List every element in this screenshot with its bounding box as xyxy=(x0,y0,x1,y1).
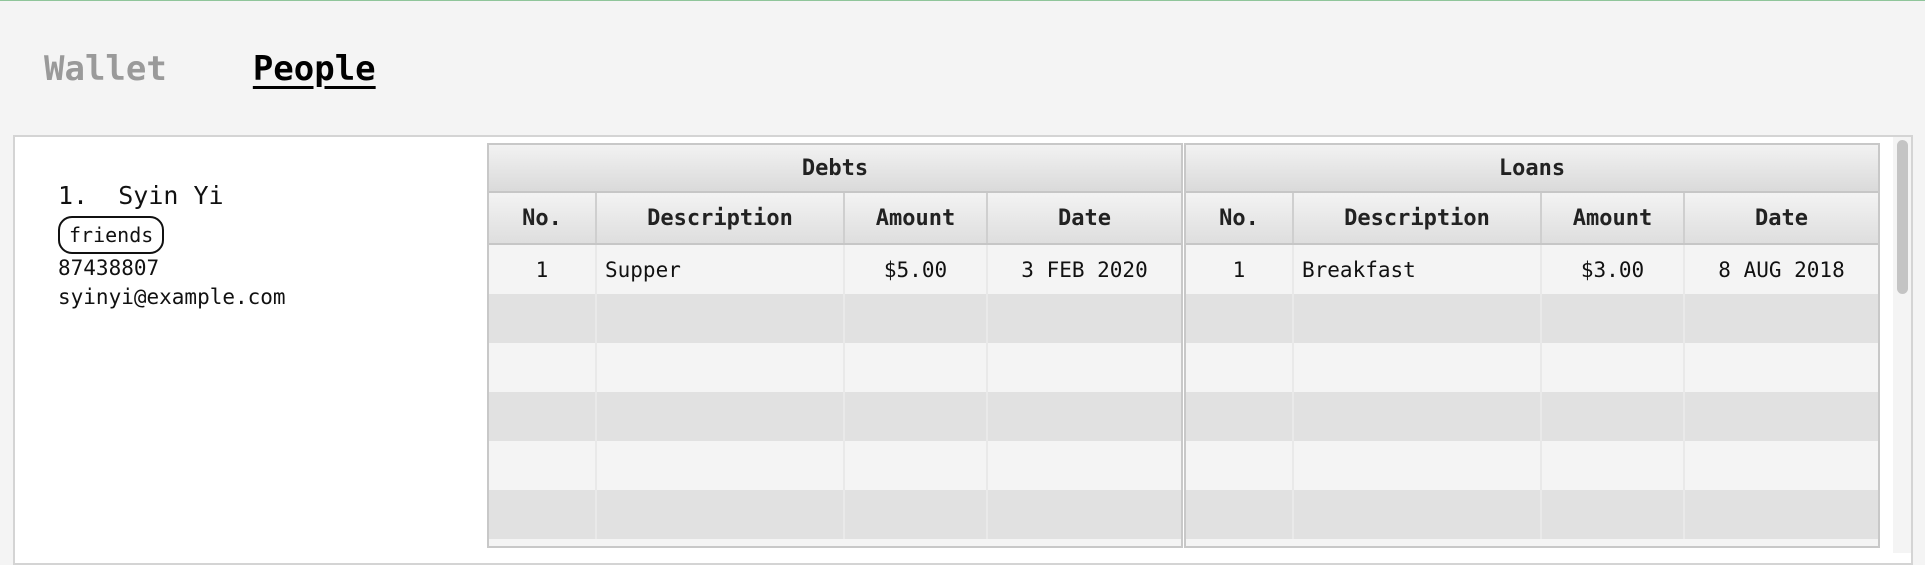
table-row-empty xyxy=(489,294,1181,343)
table-row-empty xyxy=(489,392,1181,441)
debts-col-amount[interactable]: Amount xyxy=(845,193,988,243)
table-row-empty xyxy=(1186,392,1878,441)
tab-wallet[interactable]: Wallet xyxy=(44,49,167,89)
debts-table: Debts No. Description Amount Date 1 Supp… xyxy=(487,143,1183,548)
debts-cell-no: 1 xyxy=(489,245,597,294)
person-card[interactable]: 1. Syin Yi friends 87438807 syinyi@examp… xyxy=(58,180,286,312)
debts-col-description[interactable]: Description xyxy=(597,193,845,243)
loans-col-no[interactable]: No. xyxy=(1186,193,1294,243)
loans-cell-no: 1 xyxy=(1186,245,1294,294)
person-index: 1. xyxy=(58,181,89,210)
table-row-empty xyxy=(489,441,1181,490)
loans-table-title: Loans xyxy=(1186,145,1878,193)
person-email: syinyi@example.com xyxy=(58,285,286,309)
table-row[interactable]: 1 Breakfast $3.00 8 AUG 2018 xyxy=(1186,245,1878,294)
tab-bar: Wallet People xyxy=(44,44,376,94)
loans-cell-description: Breakfast xyxy=(1294,245,1542,294)
debts-col-no[interactable]: No. xyxy=(489,193,597,243)
table-row-empty xyxy=(1186,343,1878,392)
loans-col-date[interactable]: Date xyxy=(1685,193,1878,243)
person-name-line: 1. Syin Yi xyxy=(58,180,286,212)
loans-table: Loans No. Description Amount Date 1 Brea… xyxy=(1184,143,1880,548)
scrollbar-thumb[interactable] xyxy=(1897,140,1908,294)
debts-col-date[interactable]: Date xyxy=(988,193,1181,243)
vertical-scrollbar[interactable] xyxy=(1893,137,1911,553)
loans-col-amount[interactable]: Amount xyxy=(1542,193,1685,243)
top-accent-line xyxy=(0,0,1925,1)
debts-header-row: No. Description Amount Date xyxy=(489,193,1181,245)
table-row-empty xyxy=(489,343,1181,392)
person-name: Syin Yi xyxy=(118,181,224,210)
table-row[interactable]: 1 Supper $5.00 3 FEB 2020 xyxy=(489,245,1181,294)
loans-cell-amount: $3.00 xyxy=(1542,245,1685,294)
table-row-empty xyxy=(489,490,1181,539)
table-row-empty xyxy=(1186,294,1878,343)
tag-badge: friends xyxy=(58,216,165,254)
loans-cell-date: 8 AUG 2018 xyxy=(1718,257,1845,282)
person-phone: 87438807 xyxy=(58,256,160,280)
table-row-empty xyxy=(1186,441,1878,490)
debts-cell-amount: $5.00 xyxy=(845,245,988,294)
tab-people[interactable]: People xyxy=(253,49,376,89)
debts-cell-date: 3 FEB 2020 xyxy=(1021,257,1148,282)
debts-table-title: Debts xyxy=(489,145,1181,193)
debts-cell-description: Supper xyxy=(597,245,845,294)
loans-header-row: No. Description Amount Date xyxy=(1186,193,1878,245)
table-row-empty xyxy=(1186,490,1878,539)
loans-col-description[interactable]: Description xyxy=(1294,193,1542,243)
